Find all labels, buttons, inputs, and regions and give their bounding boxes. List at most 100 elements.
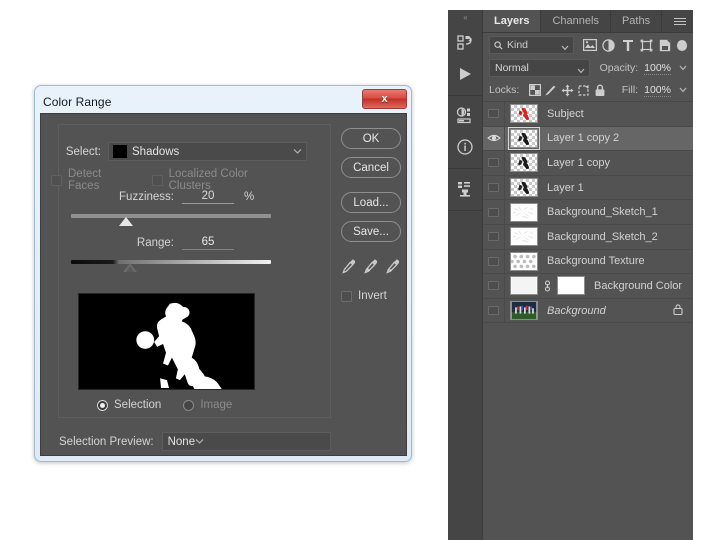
layer-thumbnail[interactable] xyxy=(510,251,538,271)
layer-visibility-off-icon[interactable] xyxy=(483,224,505,249)
libraries-icon[interactable] xyxy=(448,27,482,58)
layer-thumbnail-cell[interactable] xyxy=(505,126,540,150)
radio-icon xyxy=(183,399,195,411)
layer-thumbnail[interactable] xyxy=(508,126,540,150)
image-radio-label: Image xyxy=(200,399,233,411)
tab-paths[interactable]: Paths xyxy=(611,10,663,32)
search-icon xyxy=(494,40,503,50)
layer-visibility-off-icon[interactable] xyxy=(483,249,505,274)
layer-thumbnail-cell[interactable] xyxy=(505,276,585,296)
layer-thumbnail[interactable] xyxy=(510,104,538,124)
shape-filter-icon[interactable] xyxy=(637,36,656,54)
filter-enable-toggle[interactable] xyxy=(676,39,687,51)
fuzziness-input[interactable]: 20 xyxy=(182,190,234,204)
layer-row[interactable]: Background_Sketch_1 xyxy=(483,200,693,225)
layer-visibility-off-icon[interactable] xyxy=(483,274,505,298)
tab-channels[interactable]: Channels xyxy=(541,10,611,32)
select-dropdown[interactable]: Shadows xyxy=(108,142,307,161)
layer-row[interactable]: Layer 1 xyxy=(483,175,693,201)
radio-image[interactable]: Image xyxy=(183,399,232,411)
layer-mask-thumbnail[interactable] xyxy=(557,276,585,296)
dialog-body: Select: Shadows Detect Faces Localized C… xyxy=(40,113,407,456)
layer-row[interactable]: Layer 1 copy 2 xyxy=(483,126,693,152)
radio-selection[interactable]: Selection xyxy=(97,399,161,411)
panel-menu-button[interactable] xyxy=(674,10,686,32)
layer-thumbnail[interactable] xyxy=(510,202,538,222)
checkbox-icon xyxy=(151,174,163,186)
layer-thumbnail-cell[interactable] xyxy=(505,227,538,247)
localized-color-clusters-checkbox[interactable]: Localized Color Clusters xyxy=(151,168,293,192)
dialog-titlebar[interactable]: Color Range x xyxy=(39,89,407,114)
type-filter-icon[interactable] xyxy=(618,36,637,54)
save-button[interactable]: Save... xyxy=(341,221,401,242)
eyedropper-icon[interactable] xyxy=(341,258,356,274)
dialog-button-column: OK Cancel Load... Save... Invert xyxy=(341,128,401,302)
layer-thumbnail-cell[interactable] xyxy=(505,251,538,271)
smartobject-filter-icon[interactable] xyxy=(656,36,675,54)
color-range-dialog: Color Range x Select: Shadows Detect Fac… xyxy=(34,85,412,462)
tab-layers[interactable]: Layers xyxy=(483,10,542,32)
selection-preview-value: None xyxy=(167,435,196,448)
ok-button[interactable]: OK xyxy=(341,128,401,149)
range-slider[interactable] xyxy=(71,258,271,272)
layer-thumbnail-cell[interactable] xyxy=(505,202,538,222)
selection-preview-dropdown[interactable]: None xyxy=(161,432,331,451)
blend-mode-select[interactable]: Normal xyxy=(489,59,590,77)
lock-position-icon[interactable] xyxy=(559,81,575,99)
layer-row[interactable]: Layer 1 copy xyxy=(483,151,693,176)
layer-row[interactable]: Background Texture xyxy=(483,249,693,275)
layer-name: Subject xyxy=(547,107,584,120)
layer-thumbnail[interactable] xyxy=(510,153,538,173)
range-slider-thumb[interactable] xyxy=(123,263,137,272)
styles-icon[interactable] xyxy=(448,173,482,204)
eyedropper-subtract-icon[interactable] xyxy=(384,258,400,274)
play-icon[interactable] xyxy=(448,58,482,89)
fuzziness-slider-thumb[interactable] xyxy=(119,217,133,226)
layer-thumbnail[interactable] xyxy=(510,276,538,296)
chevron-down-icon xyxy=(577,65,585,77)
lock-all-icon[interactable] xyxy=(591,81,607,99)
pixel-filter-icon[interactable] xyxy=(580,36,599,54)
layer-thumbnail-cell[interactable] xyxy=(505,104,538,124)
lock-artboard-icon[interactable] xyxy=(575,81,591,99)
invert-checkbox[interactable]: Invert xyxy=(341,290,401,302)
layer-thumbnail[interactable] xyxy=(510,301,538,321)
layer-thumbnail-cell[interactable] xyxy=(505,178,538,198)
opacity-chevron-icon[interactable] xyxy=(679,62,687,74)
adjustments-icon[interactable] xyxy=(448,100,482,131)
layer-row[interactable]: Subject xyxy=(483,102,693,127)
load-button[interactable]: Load... xyxy=(341,192,401,213)
fuzziness-slider[interactable] xyxy=(71,212,271,226)
layer-visibility-off-icon[interactable] xyxy=(483,151,505,175)
layer-thumbnail[interactable] xyxy=(510,227,538,247)
layer-row[interactable]: Background xyxy=(483,298,693,324)
layer-visibility-off-icon[interactable] xyxy=(483,102,505,126)
eyedropper-add-icon[interactable] xyxy=(362,258,378,274)
fill-chevron-icon[interactable] xyxy=(679,84,687,96)
lock-image-icon[interactable] xyxy=(543,81,559,99)
layer-visibility-off-icon[interactable] xyxy=(483,200,505,224)
mask-preview[interactable] xyxy=(78,293,255,390)
fill-value[interactable]: 100% xyxy=(644,84,671,97)
layer-visibility-off-icon[interactable] xyxy=(483,298,505,323)
rail-collapse-handle[interactable]: « xyxy=(448,12,482,23)
layer-visibility-off-icon[interactable] xyxy=(483,175,505,200)
cancel-button[interactable]: Cancel xyxy=(341,157,401,178)
filter-kind-select[interactable]: Kind xyxy=(489,36,575,54)
info-icon[interactable] xyxy=(448,131,482,162)
layer-thumbnail[interactable] xyxy=(510,178,538,198)
layer-visibility-on-icon[interactable] xyxy=(483,126,505,151)
opacity-value[interactable]: 100% xyxy=(644,62,671,75)
range-input[interactable]: 65 xyxy=(182,236,234,250)
close-button[interactable]: x xyxy=(362,89,407,109)
layer-row[interactable]: Background Color xyxy=(483,274,693,299)
layer-thumbnail-cell[interactable] xyxy=(505,153,538,173)
mask-link-icon[interactable] xyxy=(543,279,552,293)
layer-row[interactable]: Background_Sketch_2 xyxy=(483,224,693,250)
layer-thumbnail-cell[interactable] xyxy=(505,301,538,321)
layer-lock-icon[interactable] xyxy=(673,303,683,318)
lock-transparency-icon[interactable] xyxy=(526,81,542,99)
detect-faces-checkbox[interactable]: Detect Faces xyxy=(51,168,136,192)
adjustment-filter-icon[interactable] xyxy=(599,36,618,54)
layer-list[interactable]: Subject Layer 1 copy 2 Layer 1 copy Layer 1… xyxy=(483,101,693,540)
